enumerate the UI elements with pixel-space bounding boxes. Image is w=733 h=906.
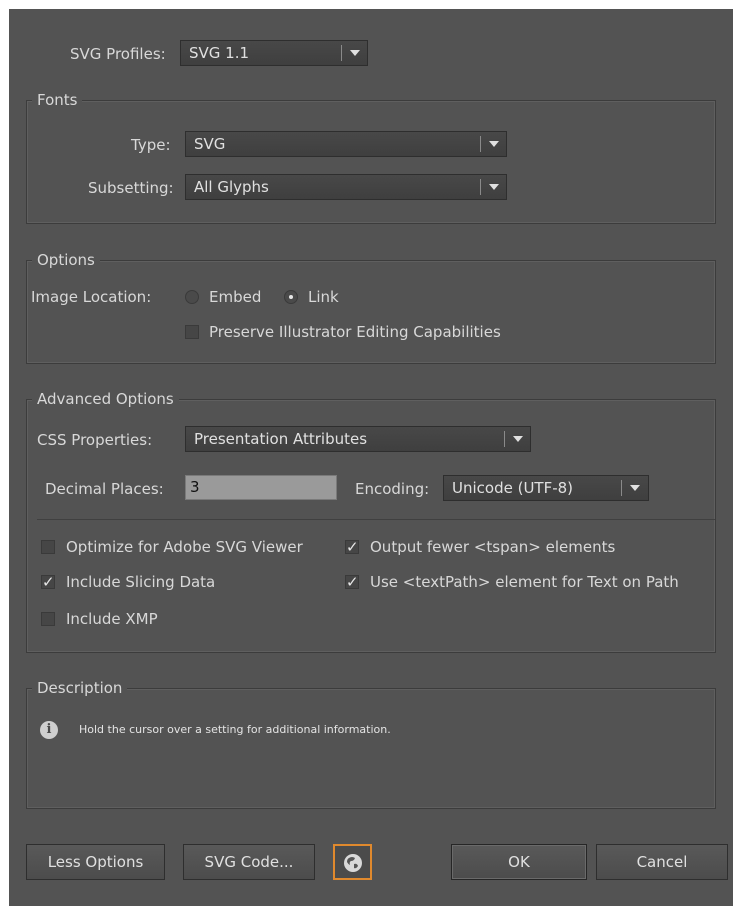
- fewer-tspan-label[interactable]: Output fewer <tspan> elements: [370, 538, 615, 556]
- dropdown-separator: [480, 136, 481, 152]
- preserve-editing-label[interactable]: Preserve Illustrator Editing Capabilitie…: [209, 323, 501, 341]
- decimal-places-label: Decimal Places:: [45, 480, 164, 498]
- slicing-data-label[interactable]: Include Slicing Data: [66, 573, 215, 591]
- divider: [37, 519, 715, 520]
- fonts-group-title: Fonts: [32, 91, 83, 109]
- dropdown-separator: [504, 431, 505, 447]
- advanced-options-group-title: Advanced Options: [32, 390, 179, 408]
- encoding-value: Unicode (UTF-8): [452, 479, 574, 497]
- font-subsetting-label: Subsetting:: [88, 179, 174, 197]
- decimal-places-field[interactable]: 3: [185, 475, 337, 500]
- chevron-down-icon: [513, 436, 523, 442]
- description-text: Hold the cursor over a setting for addit…: [79, 723, 391, 736]
- include-xmp-label[interactable]: Include XMP: [66, 610, 158, 628]
- svg-profiles-value: SVG 1.1: [189, 44, 250, 62]
- dropdown-separator: [621, 480, 622, 496]
- globe-icon: [343, 854, 362, 872]
- svg-profiles-dropdown[interactable]: SVG 1.1: [180, 40, 368, 66]
- font-type-value: SVG: [194, 135, 226, 153]
- chevron-down-icon: [489, 184, 499, 190]
- link-label[interactable]: Link: [308, 288, 339, 306]
- optimize-viewer-checkbox[interactable]: [41, 540, 55, 554]
- preserve-editing-checkbox[interactable]: [185, 325, 199, 339]
- embed-label[interactable]: Embed: [209, 288, 261, 306]
- dropdown-separator: [480, 179, 481, 195]
- description-group: [26, 688, 716, 809]
- svg-profiles-label: SVG Profiles:: [70, 45, 166, 63]
- fonts-group: [26, 100, 716, 224]
- options-group-title: Options: [32, 251, 100, 269]
- font-subsetting-value: All Glyphs: [194, 178, 269, 196]
- css-properties-dropdown[interactable]: Presentation Attributes: [185, 426, 531, 452]
- slicing-data-checkbox[interactable]: ✓: [41, 575, 55, 590]
- image-location-label: Image Location:: [31, 288, 152, 306]
- cancel-button[interactable]: Cancel: [596, 844, 728, 880]
- description-group-title: Description: [32, 679, 128, 697]
- fewer-tspan-checkbox[interactable]: ✓: [345, 540, 359, 555]
- css-properties-value: Presentation Attributes: [194, 430, 368, 448]
- info-icon: i: [40, 721, 58, 739]
- embed-radio[interactable]: [185, 290, 199, 304]
- font-type-label: Type:: [131, 136, 171, 154]
- dropdown-separator: [341, 45, 342, 61]
- textpath-label[interactable]: Use <textPath> element for Text on Path: [370, 573, 679, 591]
- font-subsetting-dropdown[interactable]: All Glyphs: [185, 174, 507, 200]
- chevron-down-icon: [350, 50, 360, 56]
- textpath-checkbox[interactable]: ✓: [345, 575, 359, 590]
- options-group: [26, 260, 716, 364]
- encoding-dropdown[interactable]: Unicode (UTF-8): [443, 475, 649, 501]
- encoding-label: Encoding:: [355, 480, 430, 498]
- link-radio[interactable]: [284, 290, 298, 304]
- optimize-viewer-label[interactable]: Optimize for Adobe SVG Viewer: [66, 538, 303, 556]
- svg-options-dialog: SVG Profiles: SVG 1.1 Fonts Type: SVG Su…: [9, 9, 733, 906]
- less-options-button[interactable]: Less Options: [26, 844, 165, 880]
- ok-button[interactable]: OK: [451, 844, 587, 880]
- css-properties-label: CSS Properties:: [37, 431, 153, 449]
- chevron-down-icon: [489, 141, 499, 147]
- chevron-down-icon: [630, 485, 640, 491]
- svg-code-button[interactable]: SVG Code...: [183, 844, 315, 880]
- font-type-dropdown[interactable]: SVG: [185, 131, 507, 157]
- web-globe-button[interactable]: [333, 844, 372, 880]
- include-xmp-checkbox[interactable]: [41, 612, 55, 626]
